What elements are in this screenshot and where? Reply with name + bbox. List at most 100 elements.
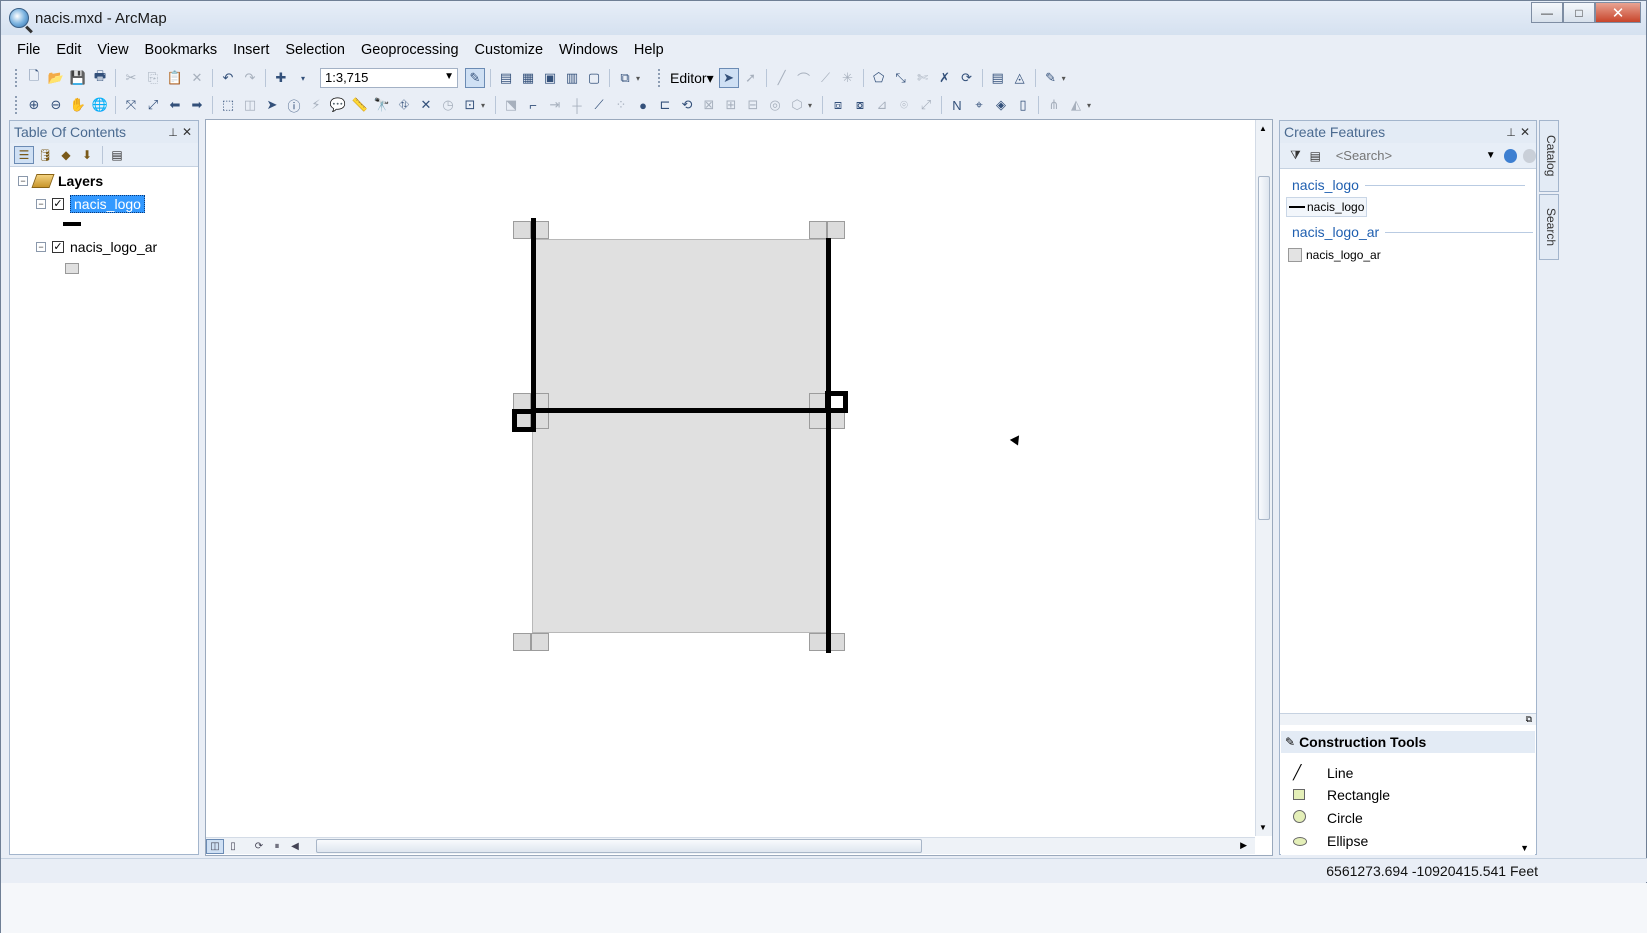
hyperlink-icon[interactable]: ⚡ xyxy=(306,95,326,115)
grid-icon[interactable]: ⊟ xyxy=(743,95,763,115)
cogo-report-icon[interactable]: ▯ xyxy=(1013,95,1033,115)
layer-name[interactable]: nacis_logo_ar xyxy=(70,239,157,255)
organize-templates-icon[interactable]: ▤ xyxy=(1306,147,1325,165)
list-by-source-icon[interactable]: 🛢 xyxy=(35,146,55,164)
line-feature[interactable] xyxy=(826,238,831,653)
curve-calculator-icon[interactable]: ◭ xyxy=(1066,95,1086,115)
delete-icon[interactable]: ✕ xyxy=(187,68,207,88)
edit-annotation-icon[interactable]: ➚ xyxy=(741,68,761,88)
polygon-feature[interactable] xyxy=(532,239,828,411)
construction-tool-rectangle[interactable]: Rectangle xyxy=(1293,787,1390,803)
collapse-icon[interactable]: − xyxy=(36,199,46,209)
catalog-window-icon[interactable]: ▤ xyxy=(496,68,516,88)
collapse-icon[interactable]: − xyxy=(36,242,46,252)
menu-selection[interactable]: Selection xyxy=(277,42,353,58)
toolbar-grip[interactable] xyxy=(15,96,19,114)
menu-view[interactable]: View xyxy=(89,42,136,58)
list-by-drawing-order-icon[interactable]: ☰ xyxy=(14,145,34,164)
toc-options-icon[interactable]: ▤ xyxy=(107,146,127,164)
fixed-zoom-in-icon[interactable]: ⤧ xyxy=(121,95,141,115)
feature-template-item[interactable]: nacis_logo_ar xyxy=(1286,245,1383,265)
clear-selection-icon[interactable]: ◫ xyxy=(240,95,260,115)
scrollbar-thumb[interactable] xyxy=(1258,176,1270,520)
maximize-button[interactable]: □ xyxy=(1563,2,1595,23)
polygon-feature[interactable] xyxy=(532,411,828,633)
arctoolbox-icon[interactable]: ▣ xyxy=(540,68,560,88)
menu-customize[interactable]: Customize xyxy=(467,42,552,58)
modify-edge-icon[interactable]: ⌐ xyxy=(523,95,543,115)
close-icon[interactable]: ✕ xyxy=(180,125,194,139)
sketch-properties-icon[interactable]: ◬ xyxy=(1010,68,1030,88)
polygon-feature[interactable] xyxy=(809,633,827,651)
create-viewer-window-icon[interactable]: ⊡ xyxy=(460,95,480,115)
find-binoculars-icon[interactable]: 🔭 xyxy=(372,95,392,115)
topology-edit-icon[interactable]: ⬔ xyxy=(501,95,521,115)
filter-templates-icon[interactable]: ⧩ xyxy=(1286,147,1305,165)
minimize-button[interactable]: — xyxy=(1531,2,1563,23)
copy-parallel-icon[interactable]: ⌾ xyxy=(894,95,914,115)
line-feature[interactable] xyxy=(512,409,536,432)
menu-help[interactable]: Help xyxy=(626,42,672,58)
list-by-visibility-icon[interactable]: ◆ xyxy=(56,146,76,164)
full-extent-globe-icon[interactable]: 🌐 xyxy=(90,95,110,115)
polygon-feature[interactable] xyxy=(809,221,827,239)
scroll-down-icon[interactable]: ▼ xyxy=(1259,823,1267,832)
redo-icon[interactable]: ↷ xyxy=(240,68,260,88)
menu-bookmarks[interactable]: Bookmarks xyxy=(137,42,226,58)
find-route-icon[interactable]: ⛗ xyxy=(394,95,414,115)
straight-segment-icon[interactable]: ╱ xyxy=(772,68,792,88)
extend-icon[interactable]: ⇥ xyxy=(545,95,565,115)
generalize-icon[interactable]: ⁘ xyxy=(611,95,631,115)
add-data-icon[interactable]: ✚ xyxy=(271,68,291,88)
select-elements-icon[interactable]: ➤ xyxy=(262,95,282,115)
edit-tool-arrow-icon[interactable]: ➤ xyxy=(718,68,739,88)
fixed-zoom-out-icon[interactable]: ⤢ xyxy=(143,95,163,115)
line-feature[interactable] xyxy=(531,408,831,413)
split-icon[interactable]: ✗ xyxy=(935,68,955,88)
chevron-down-icon[interactable]: ▼ xyxy=(1486,150,1496,161)
clip-icon[interactable]: ⬡ xyxy=(787,95,807,115)
python-window-icon[interactable]: ▥ xyxy=(562,68,582,88)
end-point-arc-icon[interactable]: ⌒ xyxy=(794,68,814,88)
split-into-cogo-icon[interactable]: ⋔ xyxy=(1044,95,1064,115)
layout-view-icon[interactable]: ▯ xyxy=(224,839,242,854)
attributes-icon[interactable]: ▤ xyxy=(988,68,1008,88)
menu-edit[interactable]: Edit xyxy=(48,42,89,58)
back-extent-icon[interactable]: ⬅ xyxy=(165,95,185,115)
trim-icon[interactable]: ⟋ xyxy=(589,95,609,115)
go-to-xy-icon[interactable]: ✕ xyxy=(416,95,436,115)
time-slider-icon[interactable]: ◷ xyxy=(438,95,458,115)
menu-geoprocessing[interactable]: Geoprocessing xyxy=(353,42,467,58)
close-icon[interactable]: ✕ xyxy=(1518,125,1532,139)
feature-template-item[interactable]: nacis_logo xyxy=(1286,197,1368,217)
replace-geometry-icon[interactable]: ⧈ xyxy=(828,95,848,115)
scroll-left-icon[interactable]: ◀ xyxy=(286,839,304,854)
search-icon[interactable] xyxy=(1503,148,1517,163)
proportion-icon[interactable]: ◈ xyxy=(991,95,1011,115)
intersect-icon[interactable]: ┼ xyxy=(567,95,587,115)
undo-icon[interactable]: ↶ xyxy=(218,68,238,88)
traverse-icon[interactable]: ⌖ xyxy=(969,95,989,115)
scrollbar-thumb[interactable] xyxy=(316,839,922,853)
table-window-icon[interactable]: ▦ xyxy=(518,68,538,88)
pin-icon[interactable]: ⊥ xyxy=(1504,126,1518,139)
trace-icon[interactable]: ⟋ xyxy=(816,68,836,88)
menu-insert[interactable]: Insert xyxy=(225,42,277,58)
print-icon[interactable]: 🖶 xyxy=(90,68,110,88)
html-popup-icon[interactable]: 💬 xyxy=(328,95,348,115)
merge-icon[interactable]: ⊠ xyxy=(699,95,719,115)
template-search-input[interactable] xyxy=(1331,145,1482,166)
collapse-icon[interactable]: − xyxy=(18,176,28,186)
align-to-shape-icon[interactable]: ⟲ xyxy=(677,95,697,115)
construction-tool-ellipse[interactable]: Ellipse xyxy=(1293,833,1368,849)
pause-drawing-icon[interactable]: ⏸ xyxy=(268,839,286,854)
pin-icon[interactable]: ⊥ xyxy=(166,126,180,139)
search-tab[interactable]: Search xyxy=(1539,194,1559,260)
zoom-in-icon[interactable]: ⊕ xyxy=(24,95,44,115)
buffer-icon[interactable]: ◎ xyxy=(765,95,785,115)
editor-menu-button[interactable]: Editor▾ xyxy=(666,70,718,87)
copy-icon[interactable]: ⎘ xyxy=(143,68,163,88)
save-icon[interactable]: 💾 xyxy=(68,68,88,88)
editor-toolbar-icon[interactable]: ✎ xyxy=(465,68,485,88)
toolbar-overflow-icon[interactable]: ▾ xyxy=(636,74,646,83)
